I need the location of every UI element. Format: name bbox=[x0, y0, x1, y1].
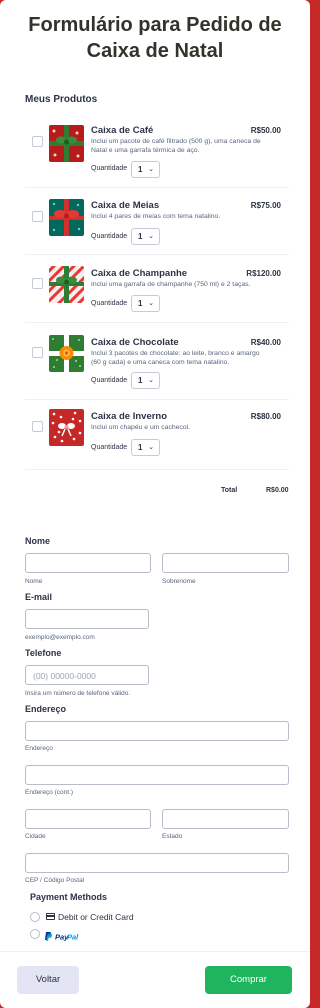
product-price: R$80.00 bbox=[250, 412, 281, 421]
address-label: Endereço bbox=[25, 704, 67, 714]
product-checkbox[interactable] bbox=[32, 211, 43, 222]
footer-divider bbox=[0, 951, 310, 952]
quantity-value: 1 bbox=[138, 376, 143, 385]
phone-placeholder: (00) 00000-0000 bbox=[33, 671, 96, 681]
city-input[interactable] bbox=[25, 809, 151, 829]
quantity-value: 1 bbox=[138, 232, 143, 241]
product-price: R$120.00 bbox=[246, 269, 281, 278]
gift-box-green-orange-bow-icon bbox=[49, 335, 84, 372]
quantity-select[interactable]: 1 ⌄ bbox=[131, 228, 160, 245]
quantity-value: 1 bbox=[138, 299, 143, 308]
gift-box-red-polka-icon bbox=[49, 409, 84, 446]
quantity-label: Quantidade bbox=[91, 233, 128, 240]
quantity-label: Quantidade bbox=[91, 377, 128, 384]
last-name-input[interactable] bbox=[162, 553, 289, 573]
address-line1-sublabel: Endereço bbox=[25, 745, 53, 752]
state-sublabel: Estado bbox=[162, 833, 183, 840]
first-name-sublabel: Nome bbox=[25, 578, 43, 585]
product-checkbox[interactable] bbox=[32, 278, 43, 289]
product-description-line: Inclui 3 pacotes de chocolate: ao leite,… bbox=[91, 350, 260, 357]
city-sublabel: Cidade bbox=[25, 833, 46, 840]
product-item-champagne: Caixa de Champanhe R$120.00 Inclui uma g… bbox=[25, 255, 289, 323]
zip-sublabel: CEP / Código Postal bbox=[25, 877, 85, 884]
submit-button[interactable]: Comprar bbox=[205, 966, 292, 994]
product-price: R$75.00 bbox=[250, 201, 281, 210]
address-line1-input[interactable] bbox=[25, 721, 289, 741]
product-description: Inclui uma garrafa de champanhe (750 ml)… bbox=[91, 281, 281, 290]
gift-box-green-red-bow-icon bbox=[49, 199, 84, 236]
total-label: Total bbox=[221, 487, 238, 494]
chevron-down-icon: ⌄ bbox=[148, 300, 154, 307]
product-description: Inclui 3 pacotes de chocolate: ao leite,… bbox=[91, 350, 281, 367]
credit-card-icon bbox=[46, 913, 55, 920]
product-price: R$50.00 bbox=[250, 126, 281, 135]
quantity-value: 1 bbox=[138, 443, 143, 452]
back-button[interactable]: Voltar bbox=[17, 966, 79, 994]
gift-box-striped-icon bbox=[49, 266, 84, 303]
product-name: Caixa de Champanhe bbox=[91, 268, 188, 279]
product-price: R$40.00 bbox=[250, 338, 281, 347]
total-divider bbox=[25, 469, 289, 470]
product-description-line: (60 g cada) e uma caneca com tema natali… bbox=[91, 358, 230, 366]
chevron-down-icon: ⌄ bbox=[148, 377, 154, 384]
quantity-select[interactable]: 1 ⌄ bbox=[131, 161, 160, 178]
product-description-line: Inclui um pacote de café filtrado (500 g… bbox=[91, 138, 261, 145]
address-line2-sublabel: Endereço (cont.) bbox=[25, 789, 74, 796]
chevron-down-icon: ⌄ bbox=[148, 166, 154, 173]
quantity-value: 1 bbox=[138, 165, 143, 174]
phone-label: Telefone bbox=[25, 648, 62, 658]
address-line2-input[interactable] bbox=[25, 765, 289, 785]
phone-input[interactable]: (00) 00000-0000 bbox=[25, 665, 149, 685]
form-title-line2: Caixa de Natal bbox=[86, 40, 224, 62]
product-checkbox[interactable] bbox=[32, 347, 43, 358]
product-checkbox[interactable] bbox=[32, 421, 43, 432]
quantity-select[interactable]: 1 ⌄ bbox=[131, 295, 160, 312]
product-name: Caixa de Inverno bbox=[91, 411, 168, 422]
product-item-socks: Caixa de Meias R$75.00 Inclui 4 pares de… bbox=[25, 188, 289, 255]
quantity-label: Quantidade bbox=[91, 165, 128, 172]
quantity-label: Quantidade bbox=[91, 444, 128, 451]
product-name: Caixa de Meias bbox=[91, 200, 160, 211]
chevron-down-icon: ⌄ bbox=[148, 233, 154, 240]
paypal-logo-icon: Pay Pal bbox=[45, 929, 79, 942]
email-input[interactable] bbox=[25, 609, 149, 629]
email-sublabel: exemplo@exemplo.com bbox=[25, 634, 95, 641]
last-name-sublabel: Sobrenome bbox=[162, 578, 196, 585]
product-item-winter: Caixa de Inverno R$80.00 Inclui um chapé… bbox=[25, 400, 289, 469]
first-name-input[interactable] bbox=[25, 553, 151, 573]
products-section-label: Meus Produtos bbox=[25, 94, 98, 105]
name-label: Nome bbox=[25, 536, 51, 546]
gift-box-red-green-bow-icon bbox=[49, 125, 84, 162]
payment-card-radio[interactable] bbox=[30, 912, 40, 922]
form-title: Formulário para Pedido de Caixa de Natal bbox=[16, 12, 294, 64]
chevron-down-icon: ⌄ bbox=[148, 444, 154, 451]
product-item-chocolate: Caixa de Chocolate R$40.00 Inclui 3 paco… bbox=[25, 323, 289, 400]
product-item-coffee: Caixa de Café R$50.00 Inclui um pacote d… bbox=[25, 116, 289, 188]
state-input[interactable] bbox=[162, 809, 289, 829]
payment-methods-label: Payment Methods bbox=[30, 892, 108, 902]
form-card: Formulário para Pedido de Caixa de Natal… bbox=[0, 0, 310, 1008]
quantity-select[interactable]: 1 ⌄ bbox=[131, 372, 160, 389]
product-checkbox[interactable] bbox=[32, 136, 43, 147]
total-value: R$0.00 bbox=[266, 487, 289, 494]
form-title-line1: Formulário para Pedido de bbox=[28, 14, 282, 36]
svg-text:Pal: Pal bbox=[67, 933, 79, 942]
product-name: Caixa de Café bbox=[91, 125, 154, 136]
quantity-label: Quantidade bbox=[91, 300, 128, 307]
product-description-line: Inclui um chapéu e um cachecol. bbox=[91, 424, 190, 431]
product-description-line: Inclui uma garrafa de champanhe (750 ml)… bbox=[91, 281, 251, 288]
phone-sublabel: Insira um número de telefone válido. bbox=[25, 690, 131, 697]
product-description-line: Natal e uma garrafa térmica de aço. bbox=[91, 146, 200, 154]
product-description-line: Inclui 4 pares de meias com tema natalin… bbox=[91, 213, 221, 220]
product-description: Inclui 4 pares de meias com tema natalin… bbox=[91, 213, 281, 222]
zip-input[interactable] bbox=[25, 853, 289, 873]
email-label: E-mail bbox=[25, 592, 53, 602]
product-description: Inclui um pacote de café filtrado (500 g… bbox=[91, 138, 281, 155]
payment-paypal-radio[interactable] bbox=[30, 929, 40, 939]
payment-card-label[interactable]: Debit or Credit Card bbox=[58, 912, 134, 922]
product-description: Inclui um chapéu e um cachecol. bbox=[91, 424, 281, 433]
product-name: Caixa de Chocolate bbox=[91, 337, 179, 348]
quantity-select[interactable]: 1 ⌄ bbox=[131, 439, 160, 456]
